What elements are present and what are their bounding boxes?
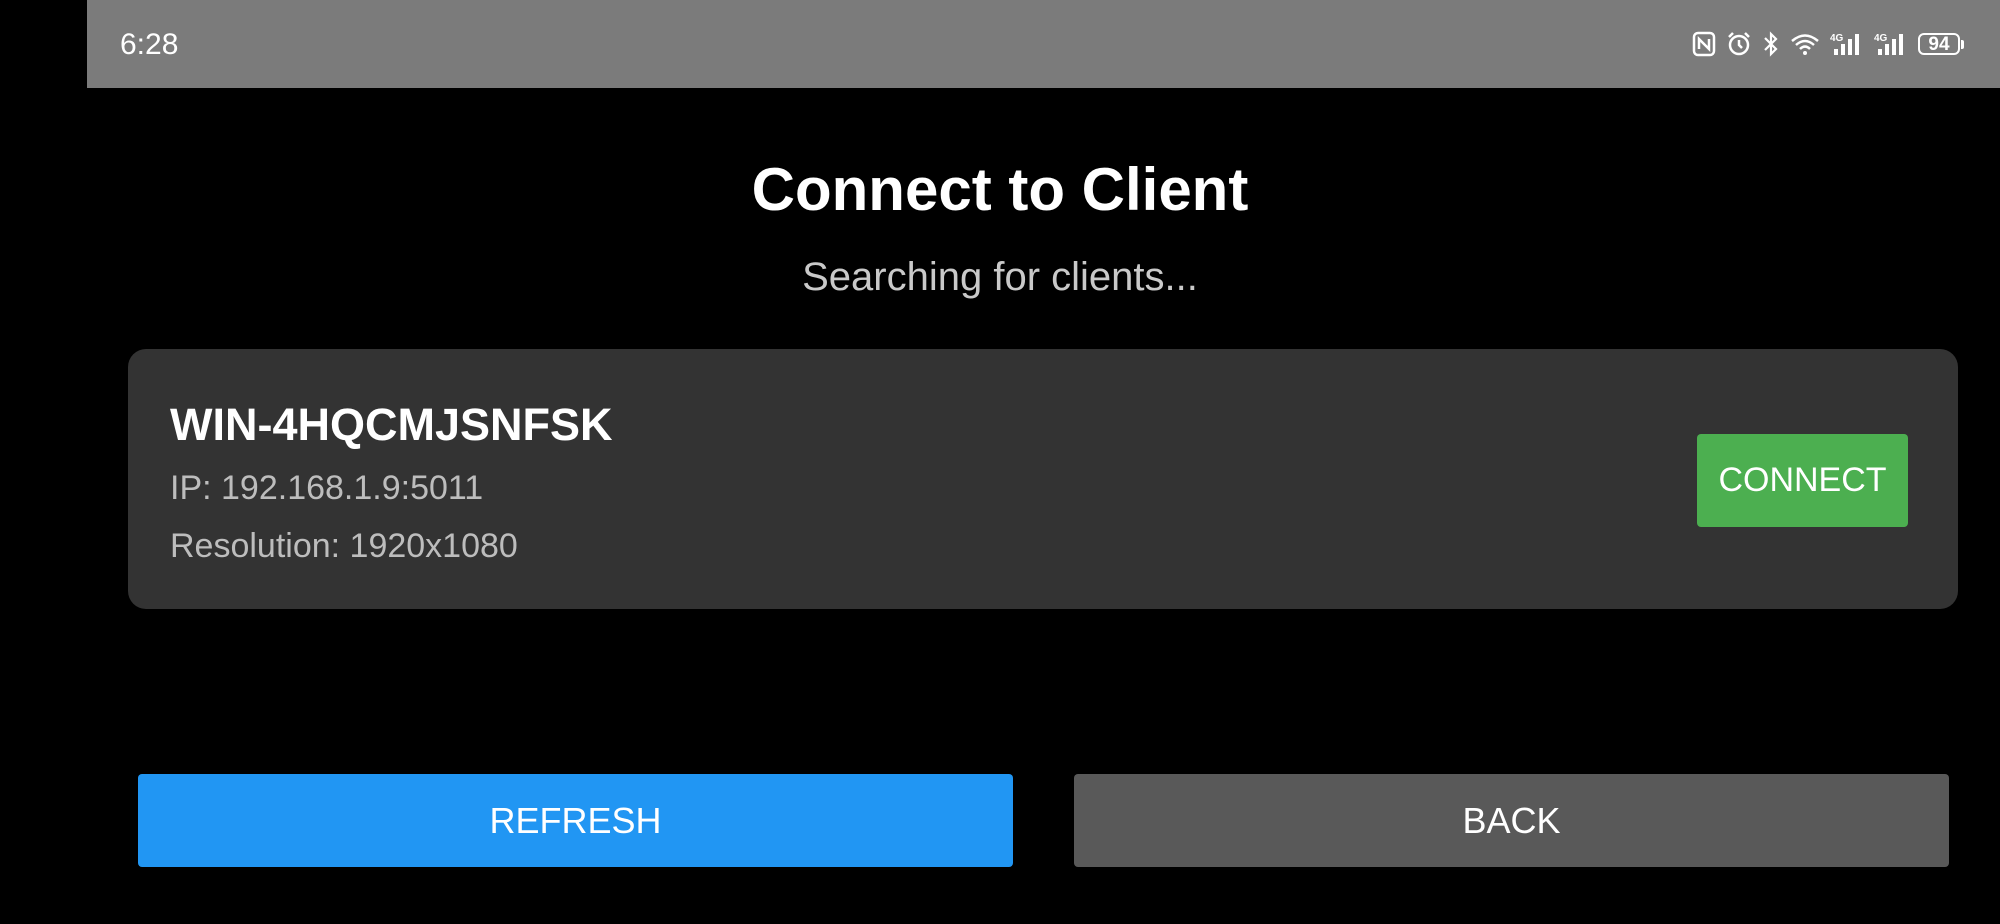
battery-level: 94 <box>1928 33 1950 55</box>
status-icons: 4G 4G 94 <box>1692 26 1964 62</box>
wifi-icon <box>1790 26 1820 62</box>
signal-4g-icon: 4G <box>1830 26 1864 62</box>
battery-tip <box>1961 39 1964 49</box>
client-ip: IP: 192.168.1.9:5011 <box>170 469 484 507</box>
svg-text:4G: 4G <box>1830 33 1844 44</box>
nfc-icon <box>1692 26 1716 62</box>
battery-body: 94 <box>1918 33 1960 55</box>
status-bar: 6:28 4G 4G 94 <box>87 0 2000 88</box>
svg-text:4G: 4G <box>1874 33 1888 44</box>
bluetooth-icon <box>1762 26 1780 62</box>
page-title: Connect to Client <box>751 156 1249 223</box>
client-name: WIN-4HQCMJSNFSK <box>170 399 613 450</box>
search-status: Searching for clients... <box>802 255 1198 299</box>
alarm-icon <box>1726 26 1752 62</box>
app-screen: 6:28 4G 4G 94 Connect to Client Searchin… <box>0 0 2000 924</box>
status-time: 6:28 <box>120 28 179 61</box>
client-resolution: Resolution: 1920x1080 <box>170 527 518 565</box>
refresh-button[interactable]: REFRESH <box>138 774 1013 867</box>
client-card: WIN-4HQCMJSNFSK IP: 192.168.1.9:5011 Res… <box>128 349 1958 609</box>
back-button[interactable]: BACK <box>1074 774 1949 867</box>
connect-button[interactable]: CONNECT <box>1697 434 1908 527</box>
battery-icon: 94 <box>1918 33 1964 55</box>
signal-4g-icon: 4G <box>1874 26 1908 62</box>
